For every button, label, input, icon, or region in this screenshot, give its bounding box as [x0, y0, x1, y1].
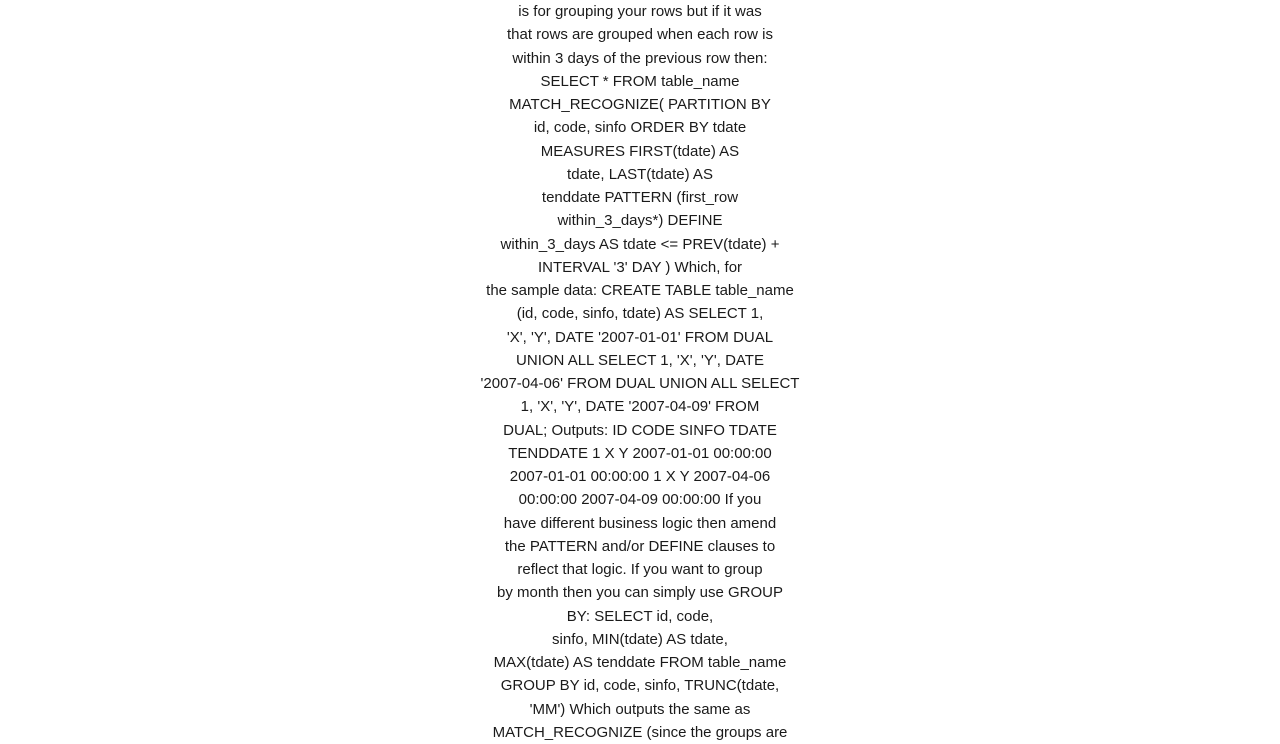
- text-line-19: TENDDATE 1 X Y 2007-01-01 00:00:00: [230, 442, 1050, 465]
- text-line-0: is for grouping your rows but if it was: [230, 0, 1050, 23]
- text-line-11: INTERVAL '3' DAY ) Which, for: [230, 256, 1050, 279]
- text-line-16: '2007-04-06' FROM DUAL UNION ALL SELECT: [230, 372, 1050, 395]
- text-line-26: BY: SELECT id, code,: [230, 605, 1050, 628]
- text-line-15: UNION ALL SELECT 1, 'X', 'Y', DATE: [230, 349, 1050, 372]
- text-line-27: sinfo, MIN(tdate) AS tdate,: [230, 628, 1050, 651]
- text-line-30: 'MM') Which outputs the same as: [230, 698, 1050, 721]
- text-line-25: by month then you can simply use GROUP: [230, 581, 1050, 604]
- text-line-28: MAX(tdate) AS tenddate FROM table_name: [230, 651, 1050, 674]
- text-line-14: 'X', 'Y', DATE '2007-01-01' FROM DUAL: [230, 326, 1050, 349]
- text-line-31: MATCH_RECOGNIZE (since the groups are: [230, 721, 1050, 744]
- text-line-22: have different business logic then amend: [230, 512, 1050, 535]
- text-line-7: tdate, LAST(tdate) AS: [230, 163, 1050, 186]
- text-line-6: MEASURES FIRST(tdate) AS: [230, 140, 1050, 163]
- text-line-23: the PATTERN and/or DEFINE clauses to: [230, 535, 1050, 558]
- text-line-9: within_3_days*) DEFINE: [230, 209, 1050, 232]
- text-line-18: DUAL; Outputs: ID CODE SINFO TDATE: [230, 419, 1050, 442]
- text-line-4: MATCH_RECOGNIZE( PARTITION BY: [230, 93, 1050, 116]
- text-line-5: id, code, sinfo ORDER BY tdate: [230, 116, 1050, 139]
- text-line-21: 00:00:00 2007-04-09 00:00:00 If you: [230, 488, 1050, 511]
- main-content: is for grouping your rows but if it wast…: [0, 0, 1280, 744]
- text-line-24: reflect that logic. If you want to group: [230, 558, 1050, 581]
- text-line-10: within_3_days AS tdate <= PREV(tdate) +: [230, 233, 1050, 256]
- text-block: is for grouping your rows but if it wast…: [230, 0, 1050, 744]
- text-line-1: that rows are grouped when each row is: [230, 23, 1050, 46]
- text-line-2: within 3 days of the previous row then:: [230, 47, 1050, 70]
- text-line-8: tenddate PATTERN (first_row: [230, 186, 1050, 209]
- text-line-20: 2007-01-01 00:00:00 1 X Y 2007-04-06: [230, 465, 1050, 488]
- text-line-29: GROUP BY id, code, sinfo, TRUNC(tdate,: [230, 674, 1050, 697]
- text-line-13: (id, code, sinfo, tdate) AS SELECT 1,: [230, 302, 1050, 325]
- text-line-3: SELECT * FROM table_name: [230, 70, 1050, 93]
- text-line-17: 1, 'X', 'Y', DATE '2007-04-09' FROM: [230, 395, 1050, 418]
- text-line-12: the sample data: CREATE TABLE table_name: [230, 279, 1050, 302]
